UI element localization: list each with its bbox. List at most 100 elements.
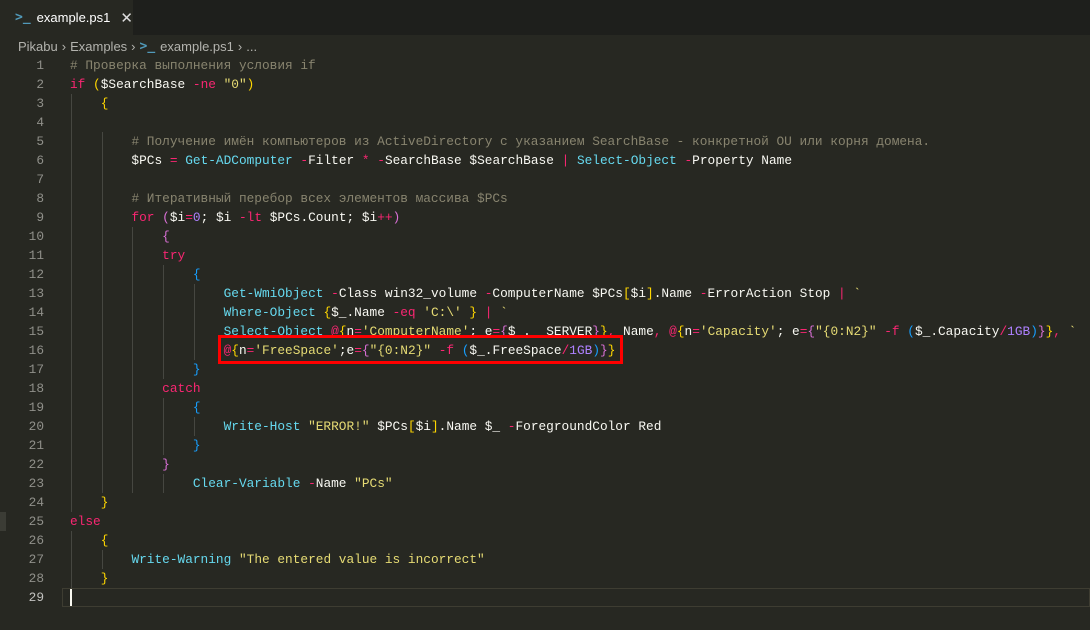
code-token: ` [1068,324,1077,339]
code-line[interactable]: 4 [0,113,1090,132]
code-token: Write-Warning [131,552,232,567]
line-number: 27 [28,552,44,567]
code-line[interactable]: 14 Where-Object {$_.Name -eq 'C:\' } | ` [0,303,1090,322]
code-line[interactable]: 1 # Проверка выполнения условия if [0,56,1090,75]
code-token: "The entered value is incorrect" [238,552,485,567]
chevron-right-icon: › [131,38,136,54]
breadcrumb: Pikabu › Examples › >_ example.ps1 › ... [18,36,257,56]
code-token: # Получение имён компьютеров из ActiveDi… [131,134,931,149]
code-line[interactable]: 7 [0,170,1090,189]
code-line[interactable]: 12 { [0,265,1090,284]
breadcrumb-item[interactable]: example.ps1 [160,39,234,54]
code-token: $PCs.Count; $i [262,210,378,225]
code-token: # Итеративный перебор всех элементов мас… [131,191,508,206]
code-token: $_.Capacity [914,324,1000,339]
code-text: for ($i=0; $i -lt $PCs.Count; $i++) [70,208,400,227]
code-token: for [131,210,155,225]
line-number: 4 [36,115,44,130]
code-line[interactable]: 2 if ($SearchBase -ne "0") [0,75,1090,94]
indent-guide [71,113,72,132]
code-line[interactable]: 23 Clear-Variable -Name "PCs" [0,474,1090,493]
code-token: $PCs [369,419,408,434]
code-line[interactable]: 3 { [0,94,1090,113]
code-token: "{0:N2}" [815,324,877,339]
code-token: { [323,305,332,320]
code-line[interactable]: 20 Write-Host "ERROR!" $PCs[$i].Name $_ … [0,417,1090,436]
code-token: { [100,533,109,548]
code-token: = [169,153,178,168]
code-line[interactable]: 5 # Получение имён компьютеров из Active… [0,132,1090,151]
code-token: # Проверка выполнения условия if [70,58,316,73]
code-editor[interactable]: 29 28 } 27 Write-Warning "The entered valu… [0,56,1090,630]
code-token: ErrorAction Stop [707,286,839,301]
code-token: $_.Name [331,305,393,320]
code-token: } [469,305,478,320]
code-token: Get-WmiObject [223,286,324,301]
code-line[interactable]: 26 { [0,531,1090,550]
line-number: 13 [28,286,44,301]
line-number: 11 [28,248,44,263]
code-token: else [70,514,101,529]
close-icon[interactable]: ✕ [120,9,133,27]
code-text: } [70,569,109,588]
code-token: ] [646,286,654,301]
code-token: catch [162,381,201,396]
code-line[interactable]: 25 else [0,512,1090,531]
code-token: $i [415,419,431,434]
code-line[interactable]: 29 [0,588,1090,607]
code-line[interactable]: 18 catch [0,379,1090,398]
code-token: "0" [223,77,247,92]
code-line[interactable]: 11 try [0,246,1090,265]
code-line[interactable]: 10 { [0,227,1090,246]
code-text: { [70,227,170,246]
code-line[interactable]: 22 } [0,455,1090,474]
code-text: # Получение имён компьютеров из ActiveDi… [70,132,930,151]
code-token: .Name [653,286,700,301]
tab-example-ps1[interactable]: >_ example.ps1 ✕ [0,0,133,35]
breadcrumb-item[interactable]: Pikabu [18,39,58,54]
code-line[interactable]: 6 $PCs = Get-ADComputer -Filter * -Searc… [0,151,1090,170]
line-number: 7 [36,172,44,187]
code-text: } [70,360,201,379]
code-token: = [185,210,193,225]
code-line[interactable]: 28 } [0,569,1090,588]
powershell-icon: >_ [139,38,156,54]
breadcrumb-item[interactable]: ... [246,39,257,54]
code-line[interactable]: 27 Write-Warning "The entered value is i… [0,550,1090,569]
code-token: - [300,153,309,168]
line-number: 6 [36,153,44,168]
code-token: "PCs" [354,476,393,491]
code-line[interactable]: 24 } [0,493,1090,512]
line-number: 8 [36,191,44,206]
tab-title: example.ps1 [36,10,111,25]
code-token: ++ [377,210,393,225]
line-number: 23 [28,476,44,491]
breadcrumb-item[interactable]: Examples [70,39,127,54]
code-token: -ne [192,77,216,92]
code-text: { [70,398,201,417]
code-text: { [70,531,109,550]
code-token: $i [169,210,186,225]
code-token: } [100,571,109,586]
code-text: Write-Warning "The entered value is inco… [70,550,485,569]
code-token: SearchBase $SearchBase [384,153,562,168]
line-number: 5 [36,134,44,149]
code-line[interactable]: 9 for ($i=0; $i -lt $PCs.Count; $i++) [0,208,1090,227]
code-line[interactable]: 21 } [0,436,1090,455]
code-line[interactable]: 19 { [0,398,1090,417]
line-number: 18 [28,381,44,396]
code-line[interactable]: 8 # Итеративный перебор всех элементов м… [0,189,1090,208]
code-line[interactable]: 13 Get-WmiObject -Class win32_volume -Co… [0,284,1090,303]
